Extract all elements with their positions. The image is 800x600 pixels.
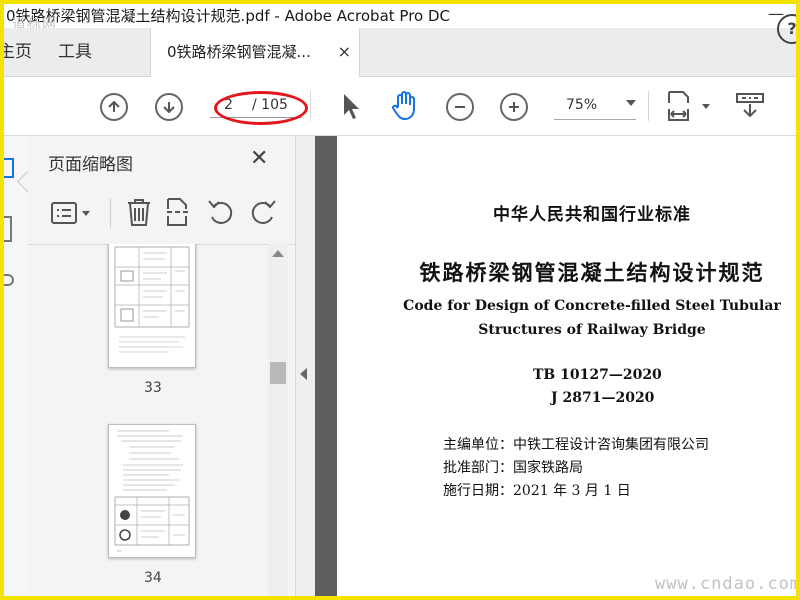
panel-toolbar <box>28 184 295 245</box>
tab-close-button[interactable]: × <box>338 28 351 76</box>
document-background <box>315 136 337 596</box>
page-thumbnail[interactable] <box>108 244 196 368</box>
zoom-dropdown[interactable]: 75% <box>554 93 636 120</box>
zoom-out-button[interactable] <box>446 93 474 121</box>
rotate-counterclockwise-icon[interactable] <box>206 197 238 227</box>
tab-document[interactable]: 0铁路桥梁钢管混凝... × <box>150 28 360 77</box>
toolbar-divider <box>310 91 311 121</box>
tab-document-label: 0铁路桥梁钢管混凝... <box>167 43 311 61</box>
app-window: 0铁路桥梁钢管混凝土结构设计规范.pdf - Adobe Acrobat Pro… <box>4 4 796 596</box>
scrollbar-thumb[interactable] <box>270 362 286 384</box>
page-thumbnail[interactable] <box>108 424 196 558</box>
attachments-nav-icon[interactable] <box>4 274 14 286</box>
editor-unit: 主编单位：中铁工程设计咨询集团有限公司 <box>443 437 709 453</box>
tab-tools[interactable]: 工具 <box>58 28 92 76</box>
minus-icon <box>455 106 465 108</box>
toolbar-divider <box>648 91 649 121</box>
standard-code-j: J 2871—2020 <box>551 390 655 406</box>
next-page-button[interactable] <box>155 93 183 121</box>
delete-icon[interactable] <box>124 196 154 228</box>
watermark-bottom: www.cndao.com <box>655 574 796 594</box>
page-fit-icon[interactable] <box>666 89 714 123</box>
bookmarks-nav-icon[interactable] <box>4 216 12 242</box>
arrow-up-icon <box>108 100 120 112</box>
scroll-up-arrow-icon[interactable] <box>272 250 284 257</box>
document-english-title-line2: Structures of Railway Bridge <box>478 322 706 338</box>
zoom-in-button[interactable] <box>500 93 528 121</box>
standard-code-tb: TB 10127—2020 <box>533 367 662 383</box>
left-nav-strip <box>4 136 29 596</box>
collapse-panel-arrow-icon[interactable] <box>300 368 307 380</box>
arrow-down-icon <box>163 102 175 114</box>
panel-close-button[interactable]: ✕ <box>250 146 268 171</box>
tab-home[interactable]: 主页 <box>4 28 32 76</box>
red-annotation-circle <box>214 91 308 125</box>
title-bar: 0铁路桥梁钢管混凝土结构设计规范.pdf - Adobe Acrobat Pro… <box>4 4 796 28</box>
tools-divider <box>110 198 111 228</box>
panel-title: 页面缩略图 <box>48 155 133 175</box>
options-menu-icon[interactable] <box>50 200 96 228</box>
page-preview <box>114 430 190 552</box>
chevron-down-icon <box>626 100 636 106</box>
page-thumbnails-panel: 页面缩略图 ✕ 33 34 <box>16 136 295 596</box>
window-title: 0铁路桥梁钢管混凝土结构设计规范.pdf - Adobe Acrobat Pro… <box>6 7 451 25</box>
insert-pages-icon[interactable] <box>164 196 194 228</box>
rotate-clockwise-icon[interactable] <box>246 197 278 227</box>
toolbar: 2 / 105 75% <box>4 77 796 136</box>
effective-date: 施行日期：2021 年 3 月 1 日 <box>443 483 631 499</box>
document-chinese-title: 铁路桥梁钢管混凝土结构设计规范 <box>419 261 765 285</box>
hand-tool-icon[interactable] <box>390 89 420 121</box>
thumbnail-page-number: 34 <box>144 570 162 586</box>
zoom-value: 75% <box>566 97 598 113</box>
previous-page-button[interactable] <box>100 93 128 121</box>
tab-bar: 主页 工具 0铁路桥梁钢管混凝... × <box>4 28 796 77</box>
thumbnail-page-number: 33 <box>144 380 162 396</box>
panel-splitter[interactable] <box>295 136 316 596</box>
page-thumbnails-nav-icon[interactable] <box>4 158 14 178</box>
plus-icon <box>509 102 519 112</box>
thumbnail-list: 33 34 <box>28 244 274 596</box>
approval-department: 批准部门：国家铁路局 <box>443 460 583 476</box>
page-preview <box>114 246 190 353</box>
select-tool-icon[interactable] <box>340 91 362 121</box>
read-mode-icon[interactable] <box>734 91 766 121</box>
document-page: 中华人民共和国行业标准 铁路桥梁钢管混凝土结构设计规范 Code for Des… <box>337 136 796 596</box>
thumbnail-scrollbar[interactable] <box>268 244 288 596</box>
document-english-title-line1: Code for Design of Concrete-filled Steel… <box>403 298 781 314</box>
standard-type: 中华人民共和国行业标准 <box>493 205 691 225</box>
